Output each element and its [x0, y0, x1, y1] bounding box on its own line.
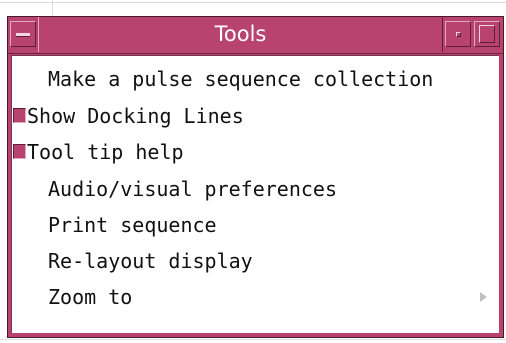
menu-item-label: Zoom to	[48, 285, 133, 309]
submenu-arrow-icon	[480, 292, 487, 302]
menu-item-make-pulse-sequence-collection[interactable]: Make a pulse sequence collection	[12, 61, 498, 97]
menu-item-label: Make a pulse sequence collection	[48, 67, 434, 91]
menu-item-audio-visual-preferences[interactable]: Audio/visual preferences	[12, 171, 498, 207]
maximize-icon	[479, 25, 495, 43]
checkbox-checked-icon	[13, 108, 26, 123]
title-bar[interactable]: Tools	[8, 17, 503, 54]
window-title: Tools	[38, 17, 443, 52]
tools-menu-window: Tools Make a pulse sequence collection S…	[7, 16, 504, 338]
menu-body: Make a pulse sequence collection Show Do…	[11, 55, 499, 333]
window-menu-button[interactable]	[10, 21, 36, 47]
checkbox-checked-icon	[13, 144, 26, 159]
menu-item-zoom-to[interactable]: Zoom to	[12, 279, 498, 315]
menu-item-label: Re-layout display	[48, 249, 253, 273]
background-line	[52, 0, 53, 16]
background-line	[0, 2, 506, 3]
menu-item-label: Print sequence	[48, 213, 217, 237]
menu-item-label: Tool tip help	[27, 140, 184, 164]
maximize-button[interactable]	[474, 21, 500, 47]
menu-item-tool-tip-help[interactable]: Tool tip help	[12, 134, 498, 170]
minimize-button[interactable]	[445, 21, 471, 47]
menu-item-show-docking-lines[interactable]: Show Docking Lines	[12, 98, 498, 134]
menu-item-print-sequence[interactable]: Print sequence	[12, 207, 498, 243]
window-menu-icon	[16, 33, 30, 37]
menu-item-re-layout-display[interactable]: Re-layout display	[12, 243, 498, 279]
background-line	[0, 339, 506, 340]
minimize-icon	[456, 32, 461, 37]
menu-item-label: Show Docking Lines	[27, 104, 244, 128]
menu-item-label: Audio/visual preferences	[48, 177, 337, 201]
